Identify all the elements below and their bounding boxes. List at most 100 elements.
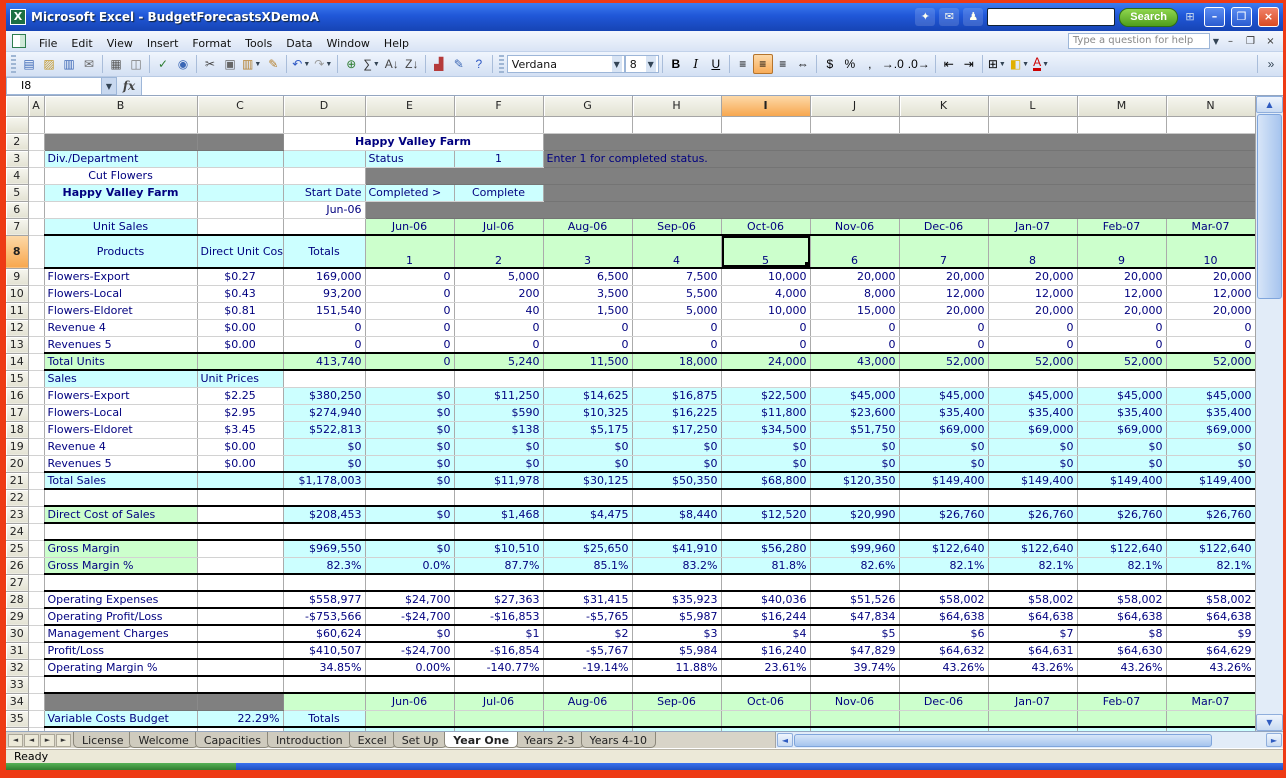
cell-K29[interactable]: $64,638 [899, 608, 989, 626]
menu-format[interactable]: Format [185, 34, 238, 53]
cell-E11[interactable]: 0 [365, 302, 455, 320]
cell-L14[interactable]: 52,000 [988, 353, 1078, 371]
row-header-sliver[interactable] [6, 116, 29, 134]
row-header-15[interactable]: 15 [6, 370, 29, 388]
cell-A18[interactable] [28, 421, 45, 439]
cell-F9[interactable]: 5,000 [454, 268, 544, 286]
cell-B5[interactable]: Happy Valley Farm [44, 184, 198, 202]
cell-K13[interactable]: 0 [899, 336, 989, 354]
cell-K27[interactable] [899, 574, 989, 592]
cell-L21[interactable]: $149,400 [988, 472, 1078, 490]
cell-L18[interactable]: $69,000 [988, 421, 1078, 439]
scroll-right-icon[interactable]: ► [1266, 733, 1282, 747]
vertical-scrollbar[interactable]: ▲ ▼ [1255, 96, 1283, 731]
cell-B7[interactable]: Unit Sales [44, 218, 198, 236]
tab-scroll-next[interactable]: ► [40, 733, 55, 747]
cell-M29[interactable]: $64,638 [1077, 608, 1167, 626]
cell-K8[interactable]: 7 [899, 235, 989, 269]
cell-D32[interactable]: 34.85% [283, 659, 366, 677]
cell-B34[interactable] [44, 692, 198, 711]
cell-E28[interactable]: $24,700 [365, 590, 455, 609]
cell-L10[interactable]: 12,000 [988, 285, 1078, 303]
cell-I18[interactable]: $34,500 [721, 421, 811, 439]
cell-I28[interactable]: $40,036 [721, 590, 811, 609]
row-header-7[interactable]: 7 [6, 218, 29, 236]
cell-A34[interactable] [28, 693, 45, 711]
cell-A11[interactable] [28, 302, 45, 320]
cell-L20[interactable]: $0 [988, 455, 1078, 473]
sheet-tab-excel[interactable]: Excel [348, 732, 396, 748]
cell-E35[interactable] [365, 710, 455, 728]
cell-H32[interactable]: 11.88% [632, 659, 722, 677]
cell-B35[interactable]: Variable Costs Budget [44, 710, 198, 728]
close-button[interactable]: × [1258, 7, 1279, 27]
cell-J30[interactable]: $5 [810, 625, 900, 643]
cell-N13[interactable]: 0 [1166, 336, 1255, 354]
cell-I13[interactable]: 0 [721, 336, 811, 354]
cell-C27[interactable] [197, 574, 284, 592]
cell-J33[interactable] [810, 676, 900, 694]
grid-icon[interactable]: ⊞ [1182, 9, 1198, 25]
sheet-tab-capacities[interactable]: Capacities [194, 732, 270, 748]
horizontal-scrollbar[interactable]: ◄ ► [775, 732, 1283, 748]
cell-K24[interactable] [899, 523, 989, 541]
merge-and-center-button[interactable]: ⇔ [793, 54, 813, 74]
menu-data[interactable]: Data [279, 34, 319, 53]
cell-J14[interactable]: 43,000 [810, 353, 900, 371]
cell-H28[interactable]: $35,923 [632, 590, 722, 609]
cell-C16[interactable]: $2.25 [197, 387, 284, 405]
row-header-29[interactable]: 29 [6, 608, 29, 626]
cell-N35[interactable] [1166, 710, 1255, 728]
cell-N[interactable] [1166, 116, 1255, 134]
sheet-tab-years-2-3[interactable]: Years 2-3 [515, 732, 584, 748]
cell-B32[interactable]: Operating Margin % [44, 659, 198, 677]
cell-C34[interactable] [197, 692, 284, 711]
cell-M19[interactable]: $0 [1077, 438, 1167, 456]
cell-K20[interactable]: $0 [899, 455, 989, 473]
cell-D16[interactable]: $380,250 [283, 387, 366, 405]
cell-E17[interactable]: $0 [365, 404, 455, 422]
titlebar-search-input[interactable] [987, 8, 1116, 26]
cell-F21[interactable]: $11,978 [454, 472, 544, 490]
cell-G26[interactable]: 85.1% [543, 557, 633, 575]
cell-B13[interactable]: Revenues 5 [44, 336, 198, 354]
cell-M26[interactable]: 82.1% [1077, 557, 1167, 575]
cell-D22[interactable] [283, 489, 366, 507]
cell-J31[interactable]: $47,829 [810, 642, 900, 660]
cell-B20[interactable]: Revenues 5 [44, 455, 198, 473]
font-name-dropdown-icon[interactable]: ▼ [611, 56, 622, 72]
insert-hyperlink-button[interactable]: ⊕ [341, 54, 361, 74]
cell-B30[interactable]: Management Charges [44, 625, 198, 643]
cell-E15[interactable] [365, 370, 455, 388]
cell-B14[interactable]: Total Units [44, 353, 198, 371]
cell-A35[interactable] [28, 710, 45, 728]
cell-J32[interactable]: 39.74% [810, 659, 900, 677]
cell-D31[interactable]: $410,507 [283, 642, 366, 660]
cell-D35[interactable]: Totals [283, 710, 366, 728]
cell-D2[interactable]: Happy Valley Farm [283, 133, 544, 151]
row-header-21[interactable]: 21 [6, 472, 29, 490]
column-header-H[interactable]: H [632, 96, 722, 117]
cell-D14[interactable]: 413,740 [283, 353, 366, 371]
cell-F28[interactable]: $27,363 [454, 590, 544, 609]
cell-K34[interactable]: Dec-06 [899, 692, 989, 711]
menu-insert[interactable]: Insert [140, 34, 186, 53]
cut-button[interactable]: ✂ [200, 54, 220, 74]
row-header-22[interactable]: 22 [6, 489, 29, 507]
cell-N32[interactable]: 43.26% [1166, 659, 1255, 677]
cell-M14[interactable]: 52,000 [1077, 353, 1167, 371]
cell-H29[interactable]: $5,987 [632, 608, 722, 626]
name-box-dropdown-icon[interactable]: ▼ [102, 77, 117, 95]
cell-A30[interactable] [28, 625, 45, 643]
cell-E8[interactable]: 1 [365, 235, 455, 269]
row-header-20[interactable]: 20 [6, 455, 29, 473]
cell-E33[interactable] [365, 676, 455, 694]
cell-G8[interactable]: 3 [543, 235, 633, 269]
menu-edit[interactable]: Edit [64, 34, 99, 53]
cell-K9[interactable]: 20,000 [899, 268, 989, 286]
cell-L30[interactable]: $7 [988, 625, 1078, 643]
row-header-2[interactable]: 2 [6, 133, 29, 151]
cell-C3[interactable] [197, 150, 284, 168]
increase-decimal-button[interactable]: →.0 [880, 54, 906, 74]
row-header-27[interactable]: 27 [6, 574, 29, 592]
